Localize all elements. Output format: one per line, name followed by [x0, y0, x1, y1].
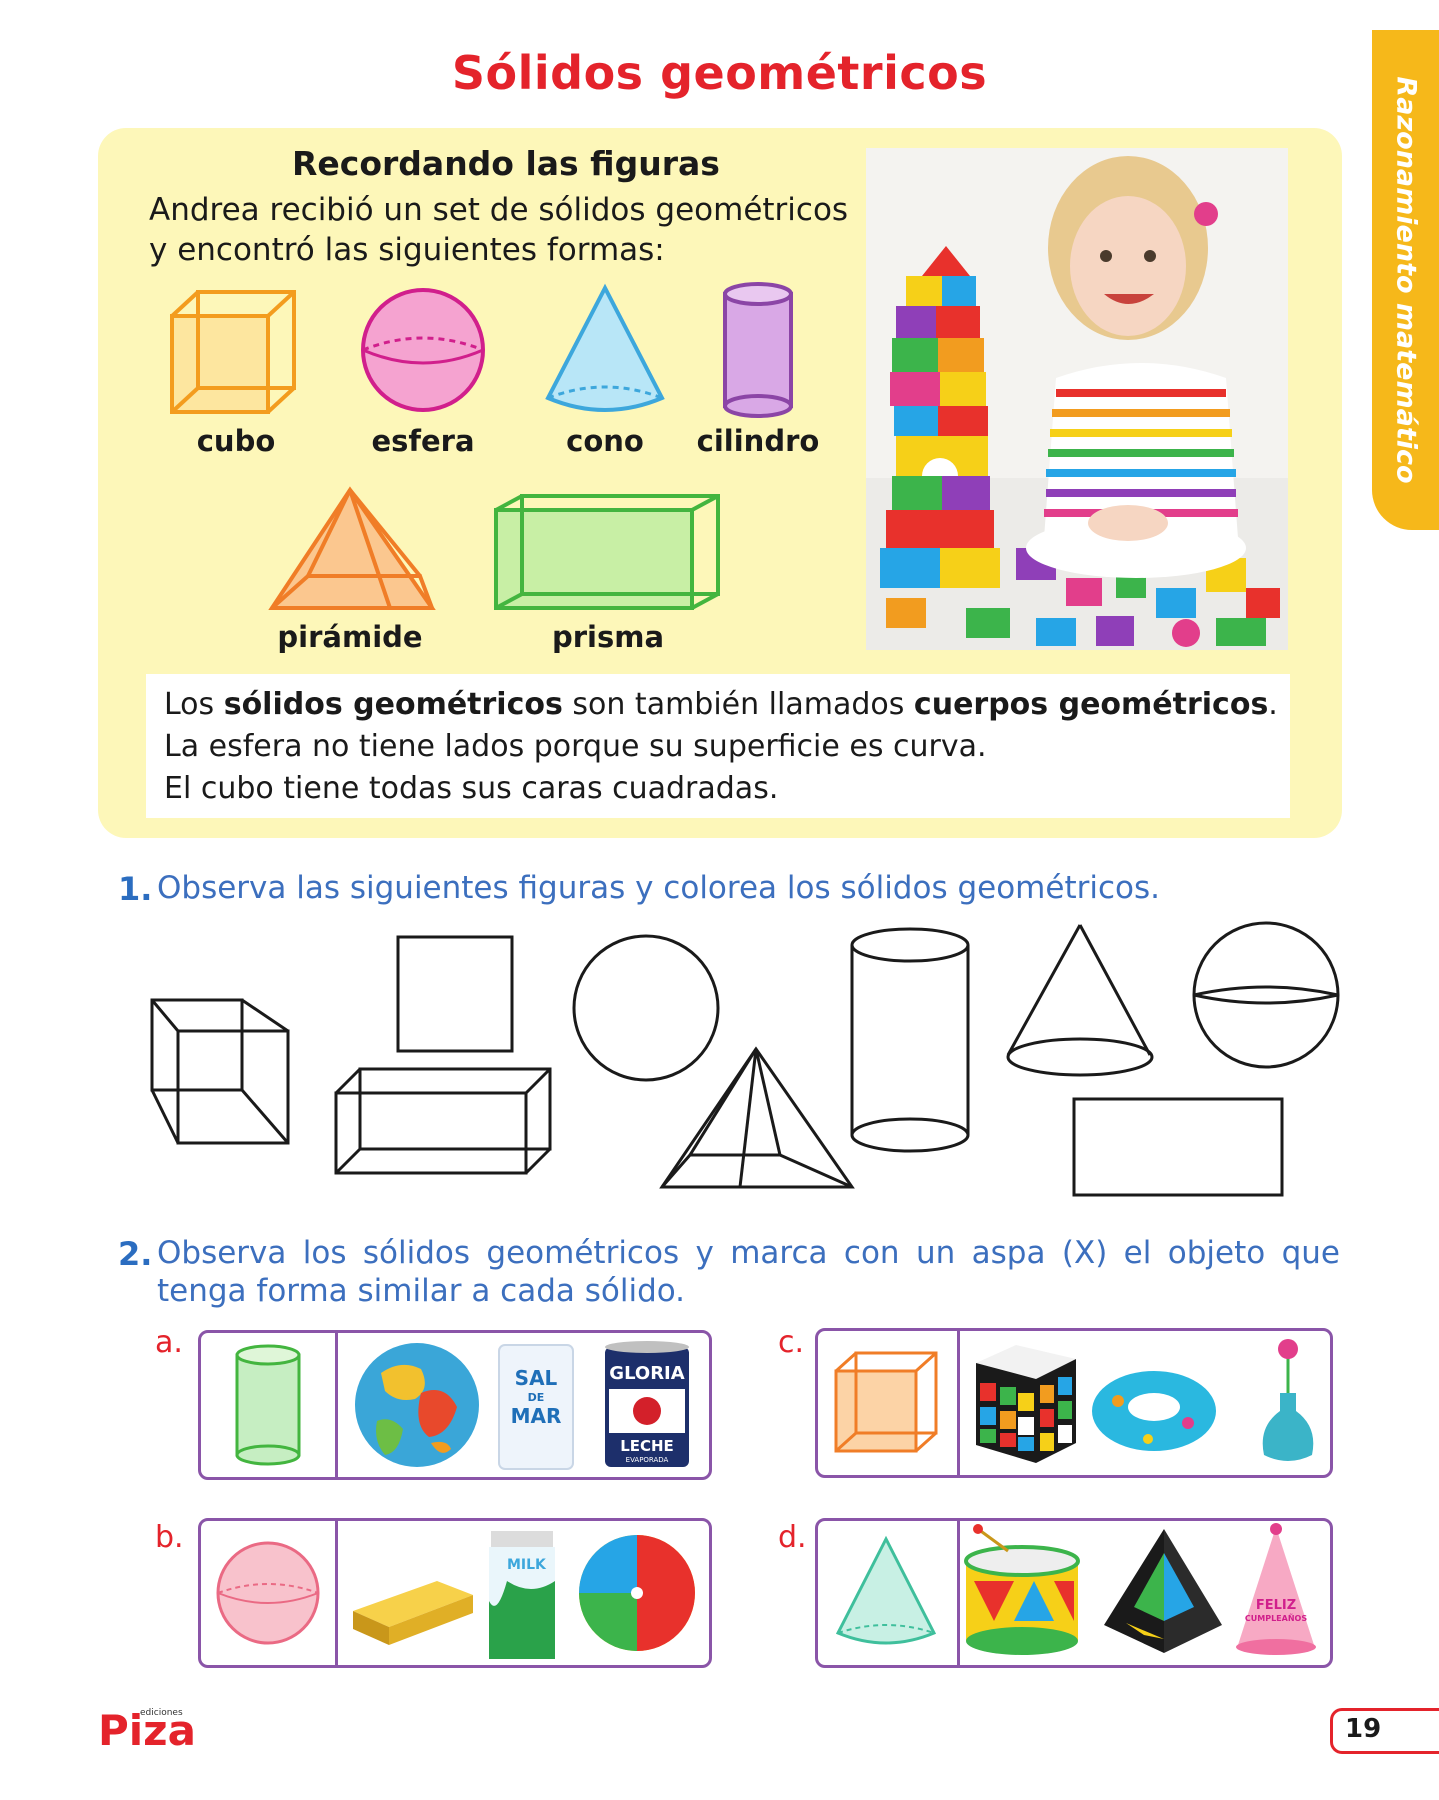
label-piramide: pirámide [277, 620, 423, 654]
figure-cylinder[interactable] [850, 927, 970, 1153]
gold-bar-object-icon[interactable] [353, 1581, 473, 1645]
drum-object-icon[interactable] [964, 1524, 1080, 1655]
cone-icon [835, 1535, 937, 1645]
cube-icon [834, 1351, 938, 1453]
item-c-letter: c. [778, 1325, 805, 1360]
milk-carton-text: MILK [507, 1557, 547, 1573]
figure-sphere[interactable] [1192, 921, 1340, 1069]
figure-square[interactable] [396, 935, 514, 1053]
info-line-3: El cubo tiene todas sus caras cuadradas. [164, 771, 779, 806]
exercise-1-figures[interactable] [140, 915, 1350, 1205]
item-c-box [815, 1328, 1333, 1478]
salt-bag-text-3: MAR [511, 1404, 562, 1428]
figure-cube[interactable] [150, 998, 290, 1145]
intro-text-line-1: Andrea recibió un set de sólidos geométr… [149, 192, 849, 228]
intro-text-line-2: y encontró las siguientes formas: [149, 232, 665, 268]
rubiks-cube-object-icon[interactable] [976, 1345, 1076, 1463]
salt-bag-object-icon[interactable]: SAL DE MAR [498, 1344, 574, 1470]
info-box: Los sólidos geométricos son también llam… [146, 674, 1290, 818]
girl-with-blocks-photo [866, 148, 1288, 650]
cube-shape-icon [170, 290, 296, 414]
publisher-subtitle: ediciones [140, 1708, 183, 1718]
exercise-1-number: 1. [118, 870, 153, 908]
sphere-shape-icon [361, 288, 485, 412]
info-line-1: Los sólidos geométricos son también llam… [164, 684, 1290, 726]
item-b-letter: b. [155, 1520, 184, 1555]
cylinder-shape-icon [723, 282, 793, 418]
item-a-box: SAL DE MAR GLORIA LECHE EVAPORADA [198, 1330, 712, 1480]
item-b-box: MILK [198, 1518, 712, 1668]
globe-object-icon[interactable] [355, 1343, 479, 1467]
cone-shape-icon [545, 283, 665, 412]
info-bold-term: cuerpos geométricos [913, 687, 1269, 722]
label-esfera: esfera [371, 424, 475, 458]
pyramid-shape-icon [268, 486, 436, 610]
info-bold-term: sólidos geométricos [223, 687, 563, 722]
exercise-2-number: 2. [118, 1235, 153, 1273]
item-d-box: FELIZ CUMPLEAÑOS [815, 1518, 1333, 1668]
salt-bag-text-2: DE [528, 1391, 545, 1404]
side-tab: Razonamiento matemático [1372, 30, 1439, 530]
figure-rectangle[interactable] [1072, 1097, 1284, 1197]
can-brand-text: GLORIA [609, 1363, 684, 1384]
info-text: Los [164, 687, 224, 722]
salt-bag-text-1: SAL [515, 1366, 558, 1390]
sphere-icon [216, 1541, 320, 1645]
info-text: . [1268, 687, 1278, 722]
info-line-2: La esfera no tiene lados porque su super… [164, 729, 987, 764]
can-subtitle-text: EVAPORADA [626, 1456, 669, 1464]
label-prisma: prisma [551, 620, 665, 654]
info-text: son también llamados [562, 687, 914, 722]
exercise-2-instruction-line-2: tenga forma similar a cada sólido. [157, 1273, 686, 1309]
figure-pyramid[interactable] [659, 1046, 855, 1189]
item-d-letter: d. [778, 1520, 807, 1555]
exercise-1-instruction: Observa las siguientes figuras y colorea… [157, 870, 1160, 906]
milk-carton-object-icon[interactable]: MILK [489, 1531, 555, 1659]
label-cubo: cubo [196, 424, 276, 458]
figure-cone[interactable] [1006, 924, 1154, 1077]
party-hat-text-2: CUMPLEAÑOS [1245, 1613, 1307, 1623]
cylinder-icon [235, 1344, 301, 1466]
figure-circle[interactable] [572, 934, 720, 1082]
side-tab-label: Razonamiento matemático [1390, 76, 1421, 484]
prism-shape-icon [494, 494, 720, 610]
can-product-text: LECHE [620, 1437, 674, 1455]
pyramid-puzzle-object-icon[interactable] [1104, 1529, 1222, 1653]
swim-ring-object-icon[interactable] [1092, 1371, 1216, 1451]
milk-can-object-icon[interactable]: GLORIA LECHE EVAPORADA [605, 1341, 689, 1467]
intro-heading: Recordando las figuras [292, 144, 720, 183]
page-number: 19 [1345, 1714, 1382, 1744]
item-a-letter: a. [155, 1325, 183, 1360]
label-cilindro: cilindro [696, 424, 820, 458]
vase-object-icon[interactable] [1262, 1339, 1314, 1461]
figure-prism[interactable] [334, 1067, 552, 1175]
party-hat-text-1: FELIZ [1256, 1598, 1296, 1613]
page-title: Sólidos geométricos [451, 46, 988, 100]
exercise-2-instruction-line-1: Observa los sólidos geométricos y marca … [157, 1235, 1340, 1271]
party-hat-object-icon[interactable]: FELIZ CUMPLEAÑOS [1236, 1523, 1316, 1655]
beach-ball-object-icon[interactable] [579, 1535, 695, 1651]
